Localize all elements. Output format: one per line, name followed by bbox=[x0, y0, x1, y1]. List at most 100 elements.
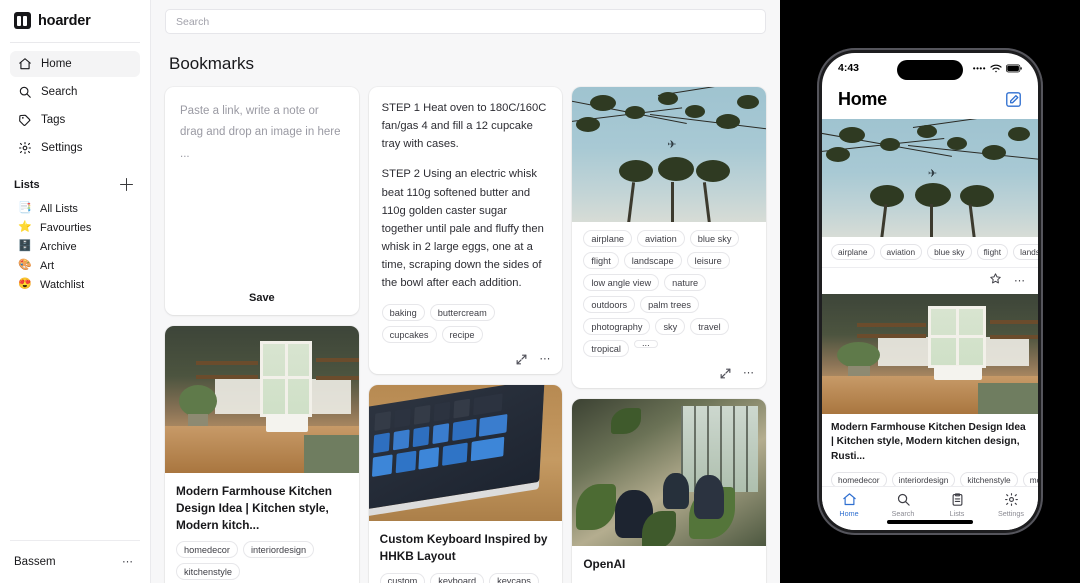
sidebar-item-tags[interactable]: Tags bbox=[10, 107, 140, 133]
bookmark-card-openai[interactable]: OpenAI artificialintelligence generative… bbox=[572, 399, 767, 583]
list-item-label: All Lists bbox=[40, 202, 78, 215]
tag[interactable]: sky bbox=[655, 318, 686, 335]
tag[interactable]: outdoors bbox=[583, 296, 636, 313]
gear-icon bbox=[18, 141, 32, 155]
expand-icon[interactable] bbox=[515, 353, 528, 366]
ellipsis-icon[interactable]: ⋯ bbox=[1014, 275, 1026, 287]
edit-square-icon[interactable] bbox=[1005, 91, 1022, 108]
note-paragraph: STEP 2 Using an electric whisk beat 110g… bbox=[381, 168, 544, 290]
list-item-label: Favourties bbox=[40, 221, 92, 234]
phone-bookmark-card-kitchen[interactable]: Modern Farmhouse Kitchen Design Idea | K… bbox=[822, 294, 1038, 486]
tab-lists[interactable]: Lists bbox=[930, 492, 984, 518]
tag[interactable]: blue sky bbox=[689, 230, 740, 247]
sidebar-list-art[interactable]: 🎨 Art bbox=[10, 256, 140, 275]
phone-mockup-area: 4:43 •••• Home ✈ airplane aviation blue … bbox=[780, 0, 1080, 583]
brand[interactable]: hoarder bbox=[10, 0, 140, 41]
bookmark-card-keyboard[interactable]: Custom Keyboard Inspired by HHKB Layout … bbox=[368, 385, 563, 583]
sidebar-item-label: Home bbox=[41, 58, 72, 70]
bookmarks-grid: Paste a link, write a note or drag and d… bbox=[165, 87, 767, 583]
new-bookmark-editor[interactable]: Paste a link, write a note or drag and d… bbox=[165, 87, 359, 315]
palm-trees-low-angle-photo: ✈ bbox=[572, 87, 767, 222]
tab-home[interactable]: Home bbox=[822, 492, 876, 518]
status-time: 4:43 bbox=[838, 62, 860, 74]
tag[interactable]: buttercream bbox=[429, 304, 495, 322]
star-icon[interactable] bbox=[989, 272, 1002, 290]
tag[interactable]: modern bbox=[1022, 472, 1038, 486]
ellipsis-icon[interactable]: ⋯ bbox=[743, 368, 755, 379]
document-emoji-icon: 📑 bbox=[18, 202, 32, 214]
phone-page-title: Home bbox=[838, 88, 887, 109]
ellipsis-icon[interactable]: ⋯ bbox=[539, 354, 551, 365]
tag[interactable]: airplane bbox=[583, 230, 633, 247]
tag[interactable]: cupcakes bbox=[381, 326, 437, 344]
tab-search[interactable]: Search bbox=[876, 492, 930, 518]
tag[interactable]: tropical bbox=[583, 340, 629, 357]
grid-column-1: Paste a link, write a note or drag and d… bbox=[165, 87, 359, 583]
tag[interactable]: aviation bbox=[879, 244, 923, 260]
ellipsis-icon[interactable]: ⋯ bbox=[122, 556, 134, 568]
sidebar-item-label: Search bbox=[41, 86, 78, 98]
sidebar: hoarder Home Search Tags Settings Lists … bbox=[0, 0, 150, 583]
tag[interactable]: interiordesign bbox=[891, 472, 956, 486]
tag[interactable]: landscape bbox=[623, 252, 682, 269]
user-menu[interactable]: Bassem ⋯ bbox=[10, 541, 140, 583]
card-body: Custom Keyboard Inspired by HHKB Layout bbox=[369, 521, 563, 573]
tag[interactable]: blue sky bbox=[927, 244, 972, 260]
tag[interactable]: leisure bbox=[686, 252, 730, 269]
bookmark-card-kitchen[interactable]: Modern Farmhouse Kitchen Design Idea | K… bbox=[165, 326, 359, 583]
bookmark-title: Modern Farmhouse Kitchen Design Idea | K… bbox=[831, 422, 1026, 462]
tag[interactable]: landscape bbox=[1013, 244, 1038, 260]
bookmark-card-note[interactable]: STEP 1 Heat oven to 180C/160C fan/gas 4 … bbox=[368, 87, 563, 375]
list-item-label: Watchlist bbox=[40, 278, 85, 291]
tag[interactable]: nature bbox=[664, 274, 707, 291]
tag[interactable]: photography bbox=[583, 318, 651, 335]
sidebar-list-all-lists[interactable]: 📑 All Lists bbox=[10, 199, 140, 218]
tag[interactable]: keyboard bbox=[430, 572, 485, 583]
sidebar-item-settings[interactable]: Settings bbox=[10, 135, 140, 161]
sidebar-list-favourties[interactable]: ⭐ Favourties bbox=[10, 218, 140, 237]
tag[interactable]: baking bbox=[381, 304, 425, 322]
bookmark-card-palms[interactable]: ✈ airplane aviation blue sky flight land… bbox=[572, 87, 767, 388]
tag[interactable]: interiordesign bbox=[242, 541, 315, 559]
lists-nav: 📑 All Lists ⭐ Favourties 🗄️ Archive 🎨 Ar… bbox=[10, 199, 140, 294]
card-footer: ⋯ bbox=[572, 361, 766, 388]
tag-list: custom keyboard keycaps bbox=[379, 572, 552, 583]
expand-icon[interactable] bbox=[719, 367, 732, 380]
sidebar-list-archive[interactable]: 🗄️ Archive bbox=[10, 237, 140, 256]
search-input[interactable] bbox=[176, 15, 755, 28]
clipboard-icon bbox=[952, 493, 962, 506]
card-footer: ⋯ bbox=[369, 347, 563, 374]
tag[interactable]: low angle view bbox=[583, 274, 660, 291]
phone-bookmark-card-palms[interactable]: ✈ airplane aviation blue sky flight land… bbox=[822, 119, 1038, 294]
tag[interactable]: kitchenstyle bbox=[960, 472, 1018, 486]
tag[interactable]: homedecor bbox=[176, 541, 238, 559]
tab-settings[interactable]: Settings bbox=[984, 492, 1038, 518]
phone-header: Home bbox=[822, 83, 1038, 119]
tag[interactable]: kitchenstyle bbox=[176, 563, 241, 581]
card-body: STEP 1 Heat oven to 180C/160C fan/gas 4 … bbox=[369, 87, 563, 300]
plus-icon[interactable] bbox=[119, 177, 134, 192]
tag[interactable]: custom bbox=[379, 572, 426, 583]
tag[interactable]: keycaps bbox=[489, 572, 539, 583]
tag[interactable]: homedecor bbox=[831, 472, 887, 486]
sidebar-item-home[interactable]: Home bbox=[10, 51, 140, 77]
tag[interactable]: flight bbox=[976, 244, 1009, 260]
sidebar-item-search[interactable]: Search bbox=[10, 79, 140, 105]
palm-trees-low-angle-photo: ✈ bbox=[822, 119, 1038, 237]
tag[interactable]: recipe bbox=[441, 326, 483, 344]
tag[interactable]: aviation bbox=[637, 230, 685, 247]
tag[interactable]: palm trees bbox=[640, 296, 700, 313]
primary-nav: Home Search Tags Settings bbox=[10, 51, 140, 161]
tag-overflow[interactable]: ... bbox=[633, 340, 658, 348]
sidebar-footer: Bassem ⋯ bbox=[10, 540, 140, 583]
sidebar-list-watchlist[interactable]: 😍 Watchlist bbox=[10, 275, 140, 294]
search-bar[interactable] bbox=[165, 9, 766, 34]
status-bar: 4:43 •••• bbox=[822, 53, 1038, 83]
tag[interactable]: airplane bbox=[831, 244, 875, 260]
home-indicator bbox=[887, 520, 973, 524]
tab-label: Search bbox=[891, 509, 915, 518]
list-item-label: Art bbox=[40, 259, 55, 272]
tag[interactable]: travel bbox=[690, 318, 729, 335]
save-button[interactable]: Save bbox=[180, 292, 344, 304]
tag[interactable]: flight bbox=[583, 252, 619, 269]
